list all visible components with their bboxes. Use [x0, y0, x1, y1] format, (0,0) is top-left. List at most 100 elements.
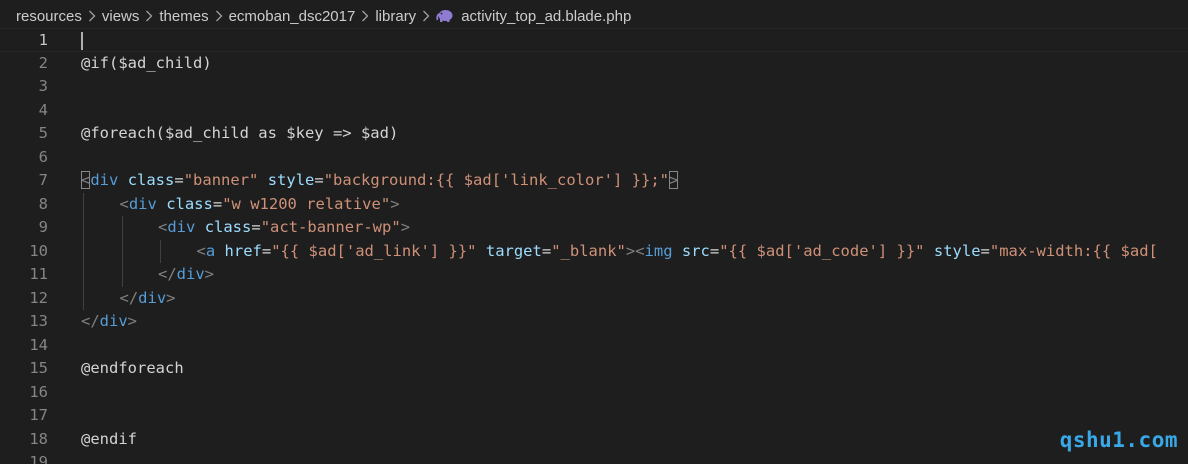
- code-token: target: [485, 241, 542, 260]
- line-number: 13: [29, 312, 48, 330]
- code-token: a: [205, 241, 216, 260]
- indent-guide: [83, 286, 84, 310]
- breadcrumb-item[interactable]: library: [375, 8, 416, 25]
- line-number: 12: [29, 288, 48, 307]
- line-number: 17: [29, 406, 48, 424]
- code-token: class: [204, 218, 252, 236]
- line-number: 19: [29, 453, 48, 464]
- code-token: </: [158, 265, 177, 283]
- line-number: 10: [29, 241, 48, 260]
- code-token: div: [99, 312, 128, 330]
- breadcrumb-item[interactable]: ecmoban_dsc2017: [229, 8, 356, 25]
- code-token: @foreach($ad_child as $key => $ad): [81, 124, 399, 142]
- code-line[interactable]: 6: [0, 146, 1188, 170]
- code-token: div: [128, 194, 157, 213]
- code-token: @endif: [81, 429, 137, 448]
- indent-guide: [83, 216, 84, 240]
- indent-guide: [121, 239, 123, 263]
- breadcrumb-item[interactable]: views: [102, 8, 140, 25]
- indent-guide: [121, 216, 123, 240]
- code-line[interactable]: 2 @if($ad_child): [0, 52, 1188, 76]
- code-text: <a href="{{ $ad['ad_link'] }}" target="_…: [197, 240, 1158, 264]
- code-token: div: [176, 265, 205, 283]
- code-token: =: [212, 194, 223, 213]
- line-number: 1: [38, 31, 48, 49]
- chevron-right-icon: [145, 10, 153, 22]
- code-token: style: [267, 171, 315, 189]
- code-line[interactable]: 5 @foreach($ad_child as $key => $ad): [0, 122, 1188, 146]
- code-token: =: [980, 241, 990, 260]
- code-token: =: [314, 171, 324, 189]
- code-token: div: [167, 218, 196, 236]
- code-token: "{{ $ad['ad_code'] }}": [719, 241, 925, 260]
- line-number: 14: [29, 335, 48, 354]
- code-text: <div class="act-banner-wp">: [158, 216, 410, 240]
- code-token: >: [390, 194, 400, 213]
- code-token: <: [158, 218, 168, 236]
- code-area[interactable]: 1 2 @if($ad_child) 3 4 5 @foreach($ad_child as…: [0, 28, 1188, 464]
- code-line[interactable]: 16: [0, 381, 1188, 405]
- code-line[interactable]: 8 <div class="w w1200 relative">: [0, 192, 1188, 216]
- line-number: 9: [38, 218, 48, 236]
- code-token: @endforeach: [81, 359, 184, 377]
- code-line[interactable]: 18 @endif: [0, 428, 1188, 452]
- code-token: class: [127, 171, 175, 189]
- code-line[interactable]: 7 <div class="banner" style="background:{…: [0, 169, 1188, 193]
- code-text: @if($ad_child): [81, 52, 212, 76]
- code-line[interactable]: 1: [0, 28, 1188, 52]
- code-text: </div>: [81, 310, 137, 334]
- breadcrumb-item[interactable]: resources: [16, 8, 82, 25]
- code-token: @if($ad_child): [81, 53, 212, 72]
- code-token: src: [681, 241, 710, 260]
- code-token: >: [166, 288, 176, 307]
- code-text: </div>: [158, 263, 214, 287]
- code-line[interactable]: 12 </div>: [0, 286, 1188, 310]
- code-text: <div class="banner" style="background:{{…: [81, 169, 679, 193]
- code-token: ><: [625, 241, 645, 260]
- code-token: "w w1200 relative": [222, 194, 391, 213]
- breadcrumb-item[interactable]: themes: [159, 8, 208, 25]
- code-token: =: [174, 171, 184, 189]
- code-line[interactable]: 9 <div class="act-banner-wp">: [0, 216, 1188, 240]
- line-number: 7: [38, 171, 48, 189]
- code-token: </: [81, 312, 100, 330]
- code-line[interactable]: 13 </div>: [0, 310, 1188, 334]
- text-cursor: [81, 32, 83, 50]
- code-line[interactable]: 11 </div>: [0, 263, 1188, 287]
- code-token: "act-banner-wp": [260, 218, 401, 236]
- indent-guide: [83, 239, 84, 263]
- code-line[interactable]: 14: [0, 334, 1188, 358]
- code-line[interactable]: 15 @endforeach: [0, 357, 1188, 381]
- code-token: >: [127, 312, 138, 330]
- php-elephant-icon: [436, 9, 454, 23]
- indent-guide: [160, 239, 161, 263]
- code-token: "banner": [183, 171, 259, 189]
- code-editor[interactable]: resources views themes ecmoban_dsc2017 libra…: [0, 0, 1188, 464]
- chevron-right-icon: [361, 10, 369, 22]
- code-line[interactable]: 10 <a href="{{ $ad['ad_link'] }}" target=…: [0, 239, 1188, 264]
- line-number: 18: [29, 429, 48, 448]
- matched-bracket: >: [669, 171, 679, 189]
- line-number: 2: [38, 53, 48, 72]
- breadcrumb-file[interactable]: activity_top_ad.blade.php: [461, 8, 631, 25]
- code-line[interactable]: 3: [0, 75, 1188, 99]
- code-line[interactable]: 19: [0, 451, 1188, 464]
- code-token: =: [251, 218, 261, 236]
- code-token: >: [400, 218, 411, 236]
- chevron-right-icon: [215, 10, 223, 22]
- code-token: =: [541, 241, 552, 260]
- matched-bracket: <: [81, 171, 91, 189]
- line-number: 5: [38, 124, 48, 142]
- code-token: div: [138, 288, 167, 307]
- code-token: =: [261, 241, 272, 260]
- code-line[interactable]: 4: [0, 99, 1188, 123]
- code-line[interactable]: 17: [0, 404, 1188, 428]
- code-token: "background:{{ $ad['link_color'] }};": [323, 171, 669, 189]
- code-token: href: [224, 241, 262, 260]
